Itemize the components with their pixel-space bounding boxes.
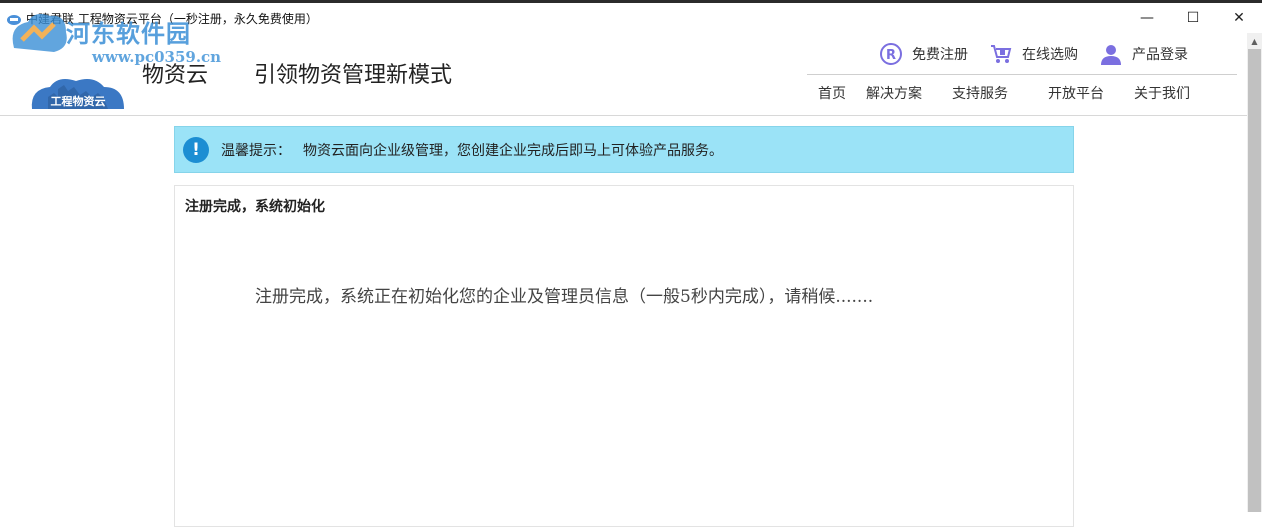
- user-icon: [1098, 41, 1124, 67]
- notice-text: 物资云面向企业级管理，您创建企业完成后即马上可体验产品服务。: [303, 142, 723, 159]
- login-label: 产品登录: [1132, 47, 1188, 63]
- minimize-icon: —: [1140, 10, 1154, 26]
- cart-icon: [988, 41, 1014, 67]
- nav-support[interactable]: 支持服务: [952, 83, 1008, 103]
- panel-title: 注册完成，系统初始化: [185, 199, 325, 215]
- close-button[interactable]: ✕: [1216, 3, 1262, 33]
- scroll-up-icon[interactable]: ▲: [1247, 33, 1262, 49]
- nav-home[interactable]: 首页: [818, 83, 846, 103]
- header-divider: [807, 74, 1237, 75]
- watermark: 河东软件园 www.pc0359.cn: [4, 8, 234, 118]
- svg-text:R: R: [886, 48, 896, 63]
- nav-open-platform[interactable]: 开放平台: [1048, 83, 1104, 103]
- watermark-url: www.pc0359.cn: [92, 48, 222, 66]
- minimize-button[interactable]: —: [1124, 3, 1170, 33]
- login-link[interactable]: 产品登录: [1098, 41, 1188, 67]
- purchase-link[interactable]: 在线选购: [988, 41, 1078, 67]
- registered-icon: R: [878, 41, 904, 67]
- slogan: 引领物资管理新模式: [254, 63, 453, 88]
- maximize-button[interactable]: ☐: [1170, 3, 1216, 33]
- register-link[interactable]: R 免费注册: [878, 41, 968, 67]
- nav-solutions[interactable]: 解决方案: [866, 83, 922, 103]
- main-nav: 首页 解决方案 支持服务 开放平台 关于我们: [810, 83, 1190, 103]
- purchase-label: 在线选购: [1022, 47, 1078, 63]
- header-actions: R 免费注册 在线选购 产品登录: [878, 41, 1208, 67]
- maximize-icon: ☐: [1186, 10, 1200, 26]
- register-label: 免费注册: [912, 47, 968, 63]
- window-controls: — ☐ ✕: [1124, 3, 1262, 33]
- init-panel: 注册完成，系统初始化 注册完成，系统正在初始化您的企业及管理员信息（一般5秒内完…: [174, 185, 1074, 527]
- init-message: 注册完成，系统正在初始化您的企业及管理员信息（一般5秒内完成），请稍候.....…: [255, 287, 874, 307]
- close-icon: ✕: [1233, 10, 1245, 26]
- vertical-scrollbar[interactable]: ▲: [1247, 33, 1262, 512]
- info-icon: !: [183, 136, 209, 163]
- notice-banner: ! 温馨提示： 物资云面向企业级管理，您创建企业完成后即马上可体验产品服务。: [174, 126, 1074, 173]
- scroll-thumb[interactable]: [1248, 49, 1261, 512]
- watermark-site-name: 河东软件园: [66, 19, 191, 48]
- notice-label: 温馨提示：: [221, 142, 291, 159]
- nav-about[interactable]: 关于我们: [1134, 83, 1190, 103]
